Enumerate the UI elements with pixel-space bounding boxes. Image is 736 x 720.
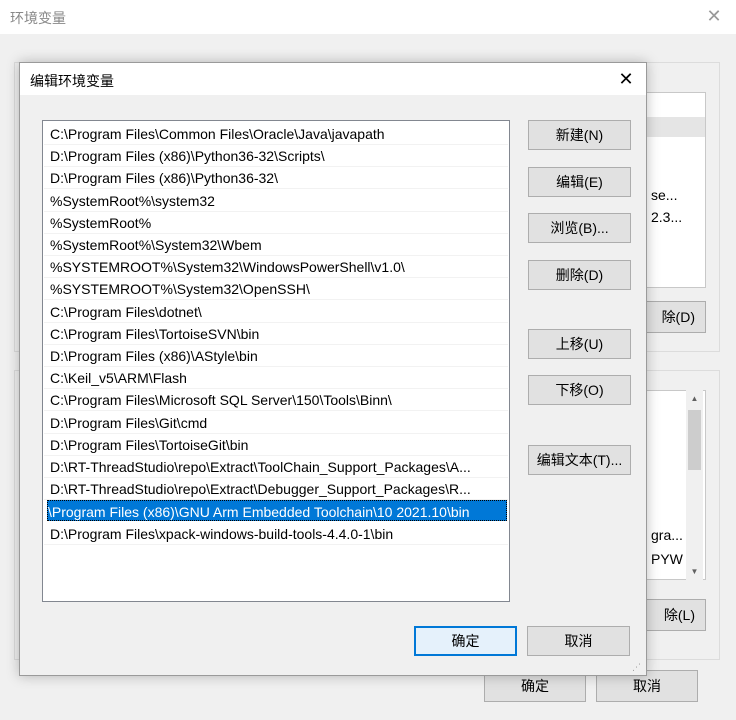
path-row[interactable]: C:\Program Files\dotnet\ (44, 301, 508, 323)
dialog-title: 编辑环境变量 (30, 73, 114, 89)
path-row[interactable]: C:\Program Files\Common Files\Oracle\Jav… (44, 123, 508, 145)
path-row[interactable]: C:\Keil_v5\ARM\Flash (44, 367, 508, 390)
user-delete-button[interactable]: 除(D) (644, 301, 706, 333)
path-row[interactable]: D:\Program Files\TortoiseGit\bin (44, 434, 508, 456)
path-row-selected[interactable]: \Program Files (x86)\GNU Arm Embedded To… (47, 500, 507, 522)
path-row[interactable]: %SystemRoot% (44, 212, 508, 234)
path-row[interactable]: %SYSTEMROOT%\System32\OpenSSH\ (44, 278, 508, 301)
system-delete-button[interactable]: 除(L) (644, 599, 706, 631)
edit-environment-variable-dialog: 编辑环境变量 ✕ C:\Program Files\Common Files\O… (19, 62, 647, 676)
list-item[interactable] (647, 117, 705, 137)
path-row[interactable]: D:\Program Files (x86)\AStyle\bin (44, 345, 508, 367)
background-window-title: 环境变量 (10, 10, 66, 26)
close-icon[interactable]: ✕ (616, 69, 636, 89)
user-variables-list[interactable]: se... 2.3... (646, 92, 706, 288)
path-row[interactable]: D:\Program Files\xpack-windows-build-too… (44, 523, 508, 545)
edit-text-button[interactable]: 编辑文本(T)... (528, 445, 631, 475)
list-item[interactable]: se... (651, 187, 677, 207)
path-row[interactable]: C:\Program Files\Microsoft SQL Server\15… (44, 389, 508, 412)
dialog-titlebar: 编辑环境变量 ✕ (20, 63, 646, 95)
browse-button[interactable]: 浏览(B)... (528, 213, 631, 243)
list-item[interactable]: 2.3... (651, 209, 682, 229)
path-row[interactable]: D:\Program Files (x86)\Python36-32\Scrip… (44, 145, 508, 168)
scroll-up-icon[interactable]: ▲ (686, 390, 703, 407)
system-variables-scrollbar[interactable]: ▲ ▼ (686, 390, 703, 580)
move-down-button[interactable]: 下移(O) (528, 375, 631, 405)
move-up-button[interactable]: 上移(U) (528, 329, 631, 359)
path-list[interactable]: C:\Program Files\Common Files\Oracle\Jav… (42, 120, 510, 602)
resize-grip-icon[interactable]: ⋰ (632, 661, 644, 673)
path-row[interactable]: D:\RT-ThreadStudio\repo\Extract\Debugger… (44, 478, 508, 501)
path-row[interactable]: C:\Program Files\TortoiseSVN\bin (44, 323, 508, 345)
edit-button[interactable]: 编辑(E) (528, 167, 631, 197)
ok-button[interactable]: 确定 (414, 626, 517, 656)
cancel-button[interactable]: 取消 (527, 626, 630, 656)
background-close-icon[interactable]: ✕ (704, 6, 724, 26)
list-item[interactable]: PYW (651, 551, 683, 571)
path-row[interactable]: D:\Program Files\Git\cmd (44, 412, 508, 434)
scroll-down-icon[interactable]: ▼ (686, 563, 703, 580)
delete-button[interactable]: 删除(D) (528, 260, 631, 290)
list-item[interactable]: gra... (651, 527, 683, 547)
new-button[interactable]: 新建(N) (528, 120, 631, 150)
path-row[interactable]: D:\Program Files (x86)\Python36-32\ (44, 167, 508, 190)
background-titlebar: 环境变量 ✕ (0, 0, 736, 34)
path-row[interactable]: D:\RT-ThreadStudio\repo\Extract\ToolChai… (44, 456, 508, 478)
path-row[interactable]: %SYSTEMROOT%\System32\WindowsPowerShell\… (44, 256, 508, 279)
path-row[interactable]: %SystemRoot%\system32 (44, 190, 508, 212)
scrollbar-thumb[interactable] (688, 410, 701, 470)
path-row[interactable]: %SystemRoot%\System32\Wbem (44, 234, 508, 256)
